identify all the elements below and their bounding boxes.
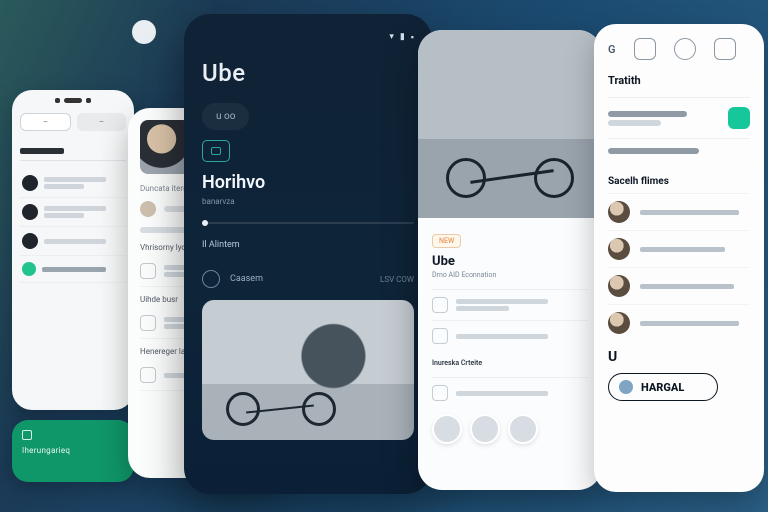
detail-title: Ube	[432, 254, 588, 269]
list-item[interactable]	[20, 198, 126, 227]
cta-label: HARGAL	[641, 381, 684, 394]
mode-toggle[interactable]	[202, 140, 230, 162]
hero-sub: banarvza	[202, 197, 414, 206]
location-icon	[22, 430, 32, 440]
thumbnail[interactable]	[508, 414, 538, 444]
avatar-icon	[608, 201, 630, 223]
person-row[interactable]	[608, 304, 750, 341]
thumbnail[interactable]	[470, 414, 500, 444]
cta-button[interactable]: HARGAL	[608, 373, 718, 401]
time-label: Caasem	[230, 274, 263, 284]
bike-illustration	[226, 356, 336, 426]
tab-two[interactable]: —	[77, 113, 126, 131]
avatar-icon	[140, 201, 156, 217]
thumbnail-strip[interactable]	[432, 414, 588, 444]
square-icon	[432, 385, 448, 401]
person-row[interactable]	[608, 193, 750, 230]
promo-label: Iherungarieq	[22, 446, 124, 455]
detail-row[interactable]	[432, 289, 588, 320]
wifi-icon: ▾	[389, 32, 394, 43]
phone-list-small: — —	[12, 90, 134, 410]
footer-letter: U	[608, 349, 750, 365]
battery-icon: ▪	[411, 32, 414, 43]
phone-detail: NEW Ube Drno AID Econnation Inureska Crt…	[418, 30, 602, 490]
hero-label: Il Alintem	[202, 240, 414, 250]
bike-illustration	[446, 116, 574, 198]
signal-icon: ▮	[400, 32, 405, 43]
square-icon	[140, 263, 156, 279]
status-bar	[20, 98, 126, 103]
detail-section: Inureska Crteite	[432, 359, 588, 367]
person-row[interactable]	[608, 230, 750, 267]
status-badge: NEW	[432, 234, 461, 248]
avatar-icon	[608, 238, 630, 260]
person-row[interactable]	[608, 267, 750, 304]
list-heading: Tratith	[608, 74, 750, 87]
list-item-accent[interactable]	[20, 256, 126, 283]
square-icon	[432, 297, 448, 313]
section-heading: Sacelh flimes	[608, 176, 750, 187]
progress-track[interactable]	[202, 222, 414, 224]
clock-icon	[202, 270, 220, 288]
circle-icon[interactable]	[674, 38, 696, 60]
list-item[interactable]	[20, 169, 126, 198]
tab-label[interactable]: G	[608, 43, 616, 56]
phone-sidebar-list: G Tratith Sacelh flimes U HARGAL	[594, 24, 764, 492]
search-pill[interactable]: u oo	[202, 103, 249, 130]
tab-one[interactable]: —	[20, 113, 71, 131]
decorative-dot	[132, 20, 156, 44]
square-icon	[140, 315, 156, 331]
brand-title: Ube	[202, 59, 414, 87]
detail-hero-image	[418, 30, 602, 218]
avatar-icon	[608, 275, 630, 297]
action-cube[interactable]	[728, 107, 750, 129]
list-row[interactable]	[608, 138, 750, 166]
square-icon	[140, 367, 156, 383]
list-item[interactable]	[20, 227, 126, 256]
detail-row[interactable]	[432, 377, 588, 408]
time-row[interactable]: Caasem LSV COW	[202, 270, 414, 288]
phone-hero: ▾ ▮ ▪ Ube u oo Horihvo banarvza Il Alint…	[184, 14, 432, 494]
thumbnail[interactable]	[432, 414, 462, 444]
hero-image	[202, 300, 414, 440]
status-bar: ▾ ▮ ▪	[202, 32, 414, 43]
promo-chip[interactable]: Iherungarieq	[12, 420, 134, 482]
bag-icon[interactable]	[714, 38, 736, 60]
square-icon	[432, 328, 448, 344]
list-header	[20, 141, 126, 161]
time-caption: LSV COW	[380, 275, 414, 284]
detail-sub: Drno AID Econnation	[432, 271, 588, 279]
featured-row[interactable]	[608, 97, 750, 138]
card-icon	[211, 147, 221, 155]
grid-icon[interactable]	[634, 38, 656, 60]
dot-icon	[619, 380, 633, 394]
hero-heading: Horihvo	[202, 172, 414, 193]
avatar-icon	[608, 312, 630, 334]
detail-row[interactable]	[432, 320, 588, 351]
